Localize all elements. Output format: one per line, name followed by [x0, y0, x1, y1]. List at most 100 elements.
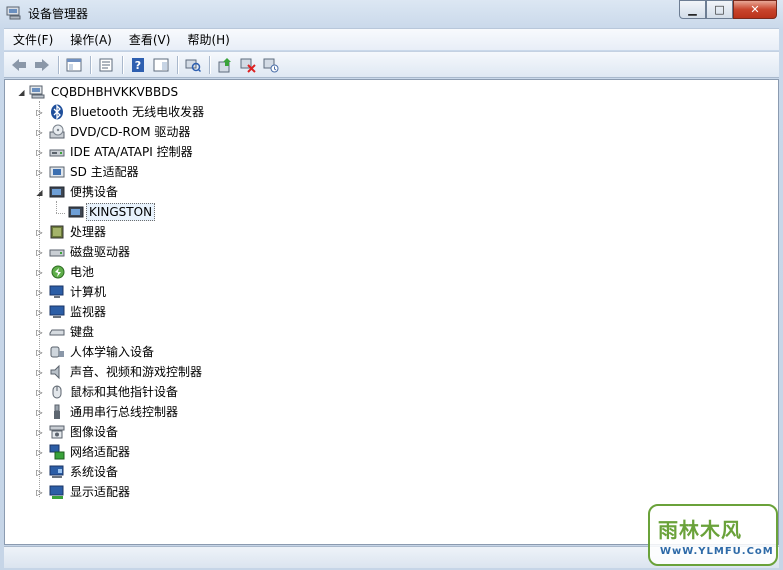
tree-item-label: 鼠标和其他指针设备 — [70, 385, 179, 399]
tree-item-portable[interactable]: ◢ 便携设备 — [5, 183, 305, 201]
keyboard-icon — [49, 329, 65, 336]
back-button[interactable] — [8, 55, 30, 75]
tree-item-label: 磁盘驱动器 — [70, 245, 131, 259]
expand-icon[interactable]: ▷ — [35, 428, 44, 437]
expand-icon[interactable]: ▷ — [35, 388, 44, 397]
tree-item-label: 人体学输入设备 — [70, 345, 155, 359]
tree-item-ide[interactable]: ▷ IDE ATA/ATAPI 控制器 — [5, 143, 305, 161]
sd-adapter-icon — [49, 166, 65, 178]
show-hide-console-tree-button[interactable] — [63, 55, 85, 75]
svg-text:?: ? — [135, 59, 141, 72]
tree-item-sound[interactable]: ▷ 声音、视频和游戏控制器 — [5, 363, 305, 381]
tree-item-bluetooth[interactable]: ▷ Bluetooth 无线电收发器 — [5, 103, 305, 121]
console-tree-icon — [66, 58, 82, 71]
action-pane-icon — [153, 58, 169, 71]
disable-button[interactable] — [260, 55, 282, 75]
forward-icon — [35, 58, 49, 71]
tree-item-imaging[interactable]: ▷ 图像设备 — [5, 423, 305, 441]
tree-item-label: DVD/CD-ROM 驱动器 — [70, 125, 191, 139]
caption-buttons: ▁ □ ✕ — [679, 0, 777, 19]
collapse-icon[interactable]: ◢ — [35, 188, 44, 197]
toolbar-separator — [122, 55, 123, 74]
tree-item-dvd[interactable]: ▷ DVD/CD-ROM 驱动器 — [5, 123, 305, 141]
toolbar: ? — [4, 51, 779, 78]
action-pane-button[interactable] — [150, 55, 172, 75]
computer-icon — [49, 285, 64, 298]
tree-item-computer[interactable]: ▷ 计算机 — [5, 283, 305, 301]
display-adapter-icon — [49, 485, 64, 499]
uninstall-button[interactable] — [237, 55, 259, 75]
help-button[interactable]: ? — [127, 55, 149, 75]
close-button[interactable]: ✕ — [733, 0, 777, 19]
expand-icon[interactable]: ▷ — [35, 288, 44, 297]
update-driver-button[interactable] — [214, 55, 236, 75]
expand-icon[interactable]: ▷ — [35, 448, 44, 457]
tree-item-processor[interactable]: ▷ 处理器 — [5, 223, 305, 241]
tree-item-hid[interactable]: ▷ 人体学输入设备 — [5, 343, 305, 361]
tree-item-label: 网络适配器 — [70, 445, 131, 459]
tree-item-usb[interactable]: ▷ 通用串行总线控制器 — [5, 403, 305, 421]
tree-item-monitor[interactable]: ▷ 监视器 — [5, 303, 305, 321]
tree-item-label: IDE ATA/ATAPI 控制器 — [70, 145, 193, 159]
expand-icon[interactable]: ▷ — [35, 128, 44, 137]
tree-item-label: 计算机 — [70, 285, 107, 299]
tree-item-mouse[interactable]: ▷ 鼠标和其他指针设备 — [5, 383, 305, 401]
tree-item-disk[interactable]: ▷ 磁盘驱动器 — [5, 243, 305, 261]
system-device-icon — [49, 465, 64, 478]
tree-item-keyboard[interactable]: ▷ 键盘 — [5, 323, 305, 341]
tree-item-battery[interactable]: ▷ 电池 — [5, 263, 305, 281]
scan-hardware-button[interactable] — [182, 55, 204, 75]
expand-icon[interactable]: ▷ — [35, 228, 44, 237]
tree-item-label: 便携设备 — [70, 185, 119, 199]
bluetooth-icon — [51, 104, 63, 120]
disk-drive-icon — [49, 249, 65, 257]
tree-item-sd[interactable]: ▷ SD 主适配器 — [5, 163, 305, 181]
tree-item-display[interactable]: ▷ 显示适配器 — [5, 483, 305, 501]
tree-root[interactable]: ◢ CQBDHBHVKKVBBDS — [5, 83, 305, 101]
portable-device-icon — [68, 206, 84, 218]
collapse-icon[interactable]: ◢ — [17, 88, 26, 97]
device-tree[interactable]: ◢ CQBDHBHVKKVBBDS ▷ Bluetooth 无线电收发器 ▷ D… — [4, 79, 779, 545]
title-bar[interactable]: 设备管理器 ▁ □ ✕ — [0, 0, 783, 26]
menu-action[interactable]: 操作(A) — [61, 31, 120, 48]
tree-item-label: 系统设备 — [70, 465, 119, 479]
tree-item-label-selected: KINGSTON — [86, 203, 156, 221]
tree-item-label: 键盘 — [70, 325, 95, 339]
update-driver-icon — [218, 57, 231, 72]
dvd-drive-icon — [49, 124, 65, 139]
expand-icon[interactable]: ▷ — [35, 268, 44, 277]
device-manager-icon — [6, 6, 21, 20]
tree-item-system[interactable]: ▷ 系统设备 — [5, 463, 305, 481]
expand-icon[interactable]: ▷ — [35, 348, 44, 357]
tree-item-label: SD 主适配器 — [70, 165, 139, 179]
expand-icon[interactable]: ▷ — [35, 468, 44, 477]
expand-icon[interactable]: ▷ — [35, 368, 44, 377]
expand-icon[interactable]: ▷ — [35, 308, 44, 317]
tree-item-kingston[interactable]: KINGSTON — [5, 203, 305, 221]
expand-icon[interactable]: ▷ — [35, 488, 44, 497]
window-title: 设备管理器 — [28, 7, 89, 21]
imaging-icon — [49, 425, 65, 439]
minimize-button[interactable]: ▁ — [679, 0, 706, 19]
tree-item-label: 处理器 — [70, 225, 107, 239]
help-icon: ? — [132, 57, 144, 72]
tree-item-label: 通用串行总线控制器 — [70, 405, 179, 419]
tree-item-label: 监视器 — [70, 305, 107, 319]
tree-item-network[interactable]: ▷ 网络适配器 — [5, 443, 305, 461]
maximize-button[interactable]: □ — [706, 0, 733, 19]
forward-button[interactable] — [31, 55, 53, 75]
expand-icon[interactable]: ▷ — [35, 108, 44, 117]
expand-icon[interactable]: ▷ — [35, 168, 44, 177]
menu-view[interactable]: 查看(V) — [120, 31, 179, 48]
expand-icon[interactable]: ▷ — [35, 328, 44, 337]
minimize-icon: ▁ — [688, 3, 697, 16]
tree-item-label: 图像设备 — [70, 425, 119, 439]
sound-icon — [50, 364, 60, 380]
properties-button[interactable] — [95, 55, 117, 75]
hid-icon — [50, 346, 64, 358]
menu-help[interactable]: 帮助(H) — [178, 31, 237, 48]
expand-icon[interactable]: ▷ — [35, 248, 44, 257]
expand-icon[interactable]: ▷ — [35, 408, 44, 417]
expand-icon[interactable]: ▷ — [35, 148, 44, 157]
menu-file[interactable]: 文件(F) — [4, 31, 61, 48]
